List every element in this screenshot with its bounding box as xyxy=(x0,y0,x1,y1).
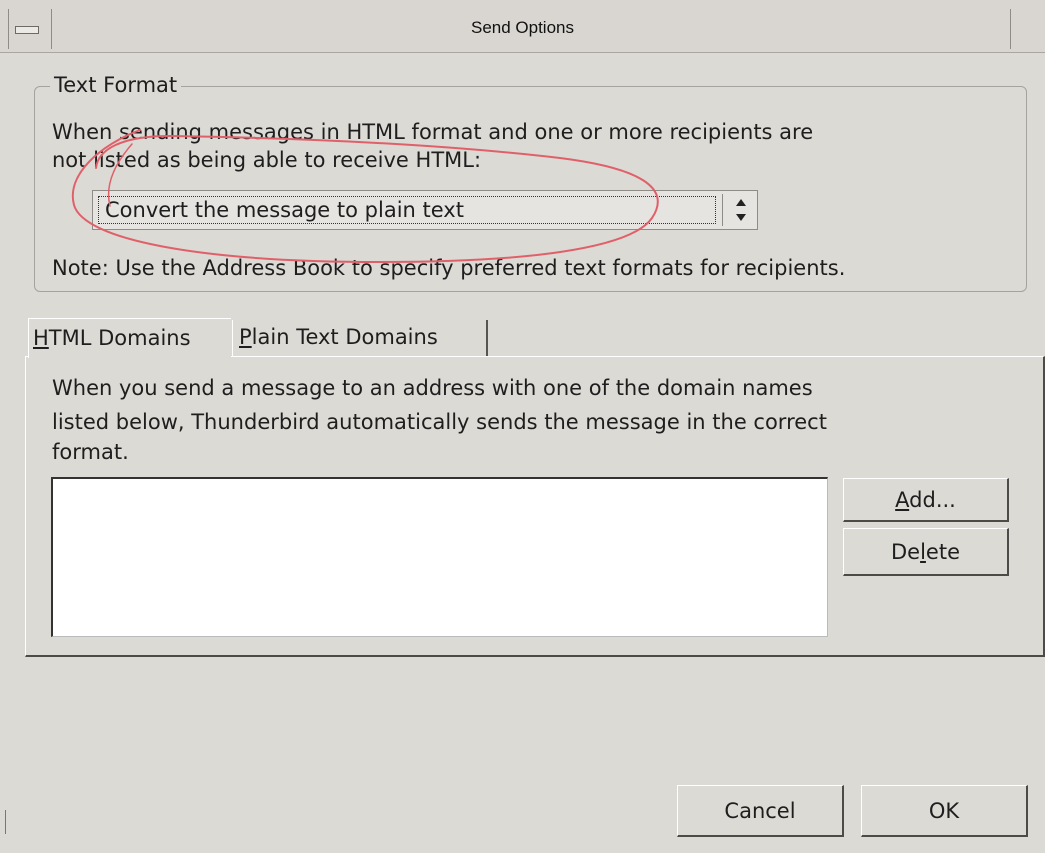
window-control-button[interactable] xyxy=(1010,9,1045,49)
text-format-note: Note: Use the Address Book to specify pr… xyxy=(52,256,846,280)
title-bar[interactable]: Send Options xyxy=(0,0,1045,53)
text-format-description-line2: not listed as being able to receive HTML… xyxy=(52,148,482,172)
html-domains-description-line1: When you send a message to an address wi… xyxy=(52,376,813,400)
html-domains-list[interactable] xyxy=(51,477,828,637)
text-format-legend: Text Format xyxy=(50,73,182,97)
text-format-select[interactable]: Convert the message to plain text xyxy=(92,190,758,230)
tab-plain-text-domains-mnemonic: P xyxy=(239,325,252,349)
tab-html-domains-mnemonic: H xyxy=(33,326,49,350)
add-label: dd... xyxy=(909,488,956,512)
add-mnemonic: A xyxy=(895,488,910,512)
tab-plain-text-domains-label: lain Text Domains xyxy=(251,325,438,349)
select-separator xyxy=(722,194,723,226)
html-domains-description-line3: format. xyxy=(52,440,129,464)
ok-button[interactable]: OK xyxy=(861,785,1028,837)
tab-plain-text-domains[interactable]: Plain Text Domains xyxy=(232,320,488,356)
delete-label-post: ete xyxy=(925,540,960,564)
tab-html-domains-label: TML Domains xyxy=(48,326,191,350)
delete-label-pre: De xyxy=(890,540,921,564)
html-domains-description-line2: listed below, Thunderbird automatically … xyxy=(52,410,827,434)
tab-html-domains[interactable]: HTML Domains xyxy=(28,318,231,358)
window-title: Send Options xyxy=(470,18,574,37)
add-domain-button[interactable]: Add... xyxy=(843,478,1009,522)
delete-domain-button[interactable]: Delete xyxy=(843,528,1009,576)
text-format-description-line1: When sending messages in HTML format and… xyxy=(52,120,814,144)
select-value: Convert the message to plain text xyxy=(105,198,464,222)
select-arrows-icon[interactable] xyxy=(729,193,753,227)
cancel-button[interactable]: Cancel xyxy=(677,785,844,837)
window-edge-mark xyxy=(5,810,6,834)
send-options-dialog: Send Options Text Format When sending me… xyxy=(0,0,1045,853)
